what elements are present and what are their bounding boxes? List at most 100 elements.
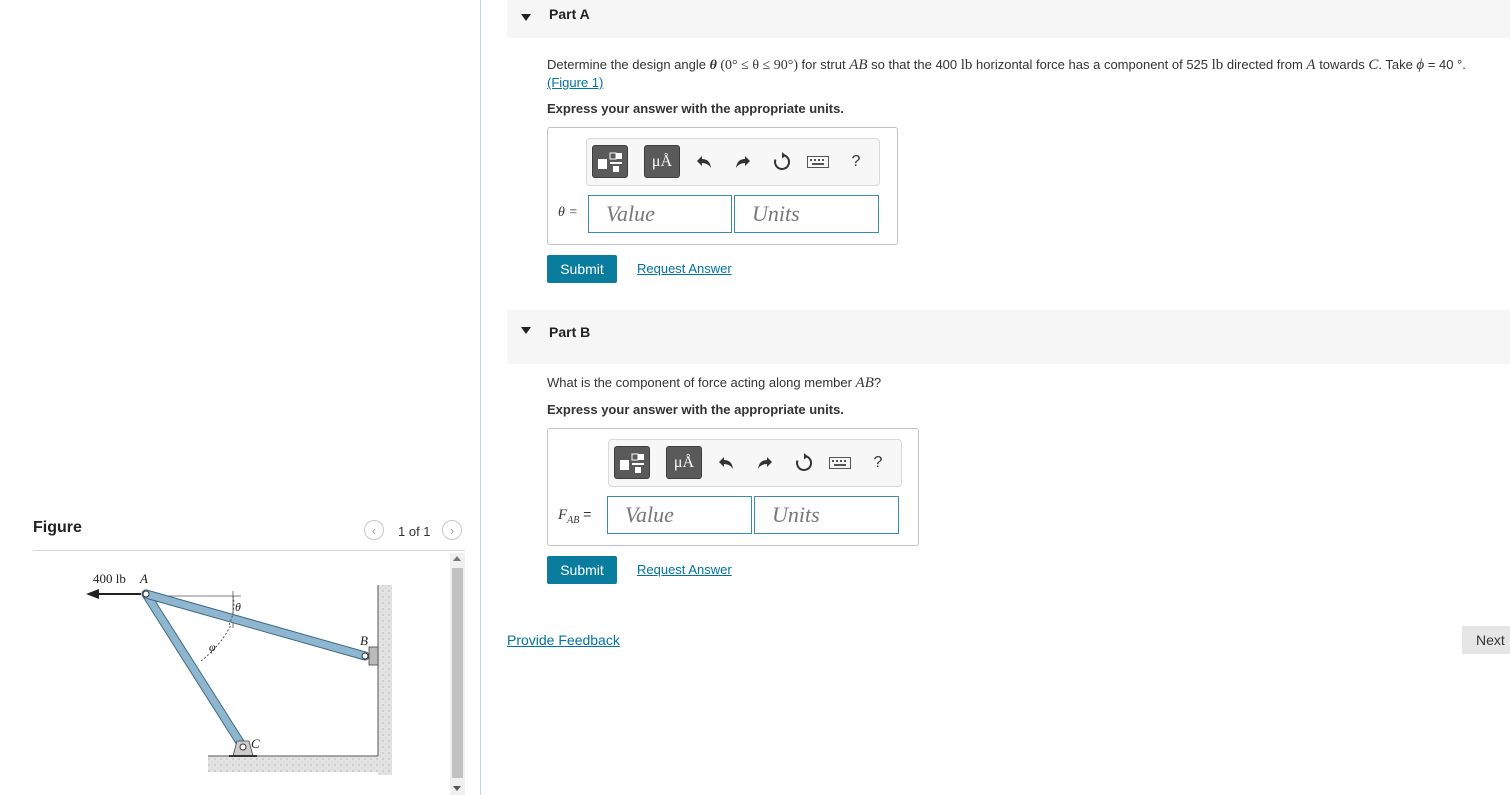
part-a-units-input[interactable]: [750, 200, 878, 228]
undo-icon: [719, 457, 733, 469]
label-b: B: [360, 633, 368, 648]
redo-button[interactable]: [753, 452, 775, 474]
reset-button[interactable]: [793, 452, 815, 474]
part-a-request-answer-link[interactable]: Request Answer: [637, 261, 732, 276]
part-b-request-answer-link[interactable]: Request Answer: [637, 562, 732, 577]
figure-title: Figure: [33, 519, 82, 536]
math-lb: lb: [960, 57, 973, 73]
part-b-submit-button[interactable]: Submit: [547, 556, 617, 584]
undo-button[interactable]: [716, 452, 738, 474]
part-a-title: Part A: [549, 6, 590, 22]
strut-diagram: 400 lb A B C θ φ: [86, 571, 392, 775]
keyboard-button[interactable]: [829, 452, 851, 474]
part-a-instructions: Express your answer with the appropriate…: [547, 101, 844, 116]
fab-eq: =: [579, 506, 592, 522]
collapse-triangle-icon: [521, 327, 531, 334]
units-symbol-icon: μÅ: [651, 152, 673, 170]
question-text: so that the 400: [867, 57, 961, 72]
label-theta: θ: [235, 600, 241, 614]
chevron-left-icon: ‹: [371, 522, 377, 538]
redo-icon: [736, 156, 750, 168]
label-a: A: [139, 571, 148, 586]
help-button[interactable]: ?: [845, 151, 867, 173]
part-a-question: Determine the design angle θ (0° ≤ θ ≤ 9…: [547, 57, 1507, 74]
question-text: towards: [1315, 57, 1369, 72]
question-text: directed from: [1223, 57, 1307, 72]
fab-sub: AB: [567, 514, 580, 526]
math-a: A: [1306, 57, 1316, 73]
ground-hatch: [208, 756, 392, 772]
keyboard-icon: [807, 156, 829, 168]
undo-button[interactable]: [694, 151, 716, 173]
templates-icon: [598, 152, 622, 172]
math-lb: lb: [1211, 57, 1224, 73]
wall-hatch: [378, 585, 392, 775]
math-ab: AB: [849, 57, 868, 73]
pin-a: [142, 590, 150, 598]
next-figure-button[interactable]: ›: [442, 520, 462, 540]
part-b-units-input[interactable]: [770, 501, 898, 529]
figure-1-link[interactable]: (Figure 1): [547, 75, 603, 90]
templates-button[interactable]: [614, 446, 650, 479]
part-a-toolbar: μÅ ?: [586, 138, 880, 186]
part-b-question: What is the component of force acting al…: [547, 375, 881, 392]
math-c: C: [1368, 57, 1379, 73]
part-a-submit-button[interactable]: Submit: [547, 255, 617, 283]
phi-arc: [200, 624, 232, 662]
help-icon: ?: [873, 454, 883, 471]
provide-feedback-link[interactable]: Provide Feedback: [507, 632, 620, 648]
pin-c: [239, 743, 247, 751]
part-b-units-field[interactable]: [754, 496, 899, 534]
question-text: for strut: [801, 57, 850, 72]
force-label: 400 lb: [93, 571, 126, 586]
question-text: = 40 °.: [1424, 57, 1466, 72]
collapse-triangle-icon: [521, 14, 531, 21]
units-symbol-icon: μÅ: [673, 453, 695, 471]
fab-label: FAB =: [558, 506, 591, 526]
question-text: . Take: [1378, 57, 1417, 72]
reset-icon: [774, 152, 791, 170]
question-text: What is the component of force acting al…: [547, 375, 856, 390]
templates-button[interactable]: [592, 145, 628, 178]
force-arrowhead: [86, 589, 99, 599]
scroll-up-arrow-icon[interactable]: [453, 556, 461, 561]
keyboard-icon: [829, 457, 851, 469]
part-a-value-input[interactable]: [604, 200, 731, 228]
part-b-header[interactable]: Part B: [507, 310, 1510, 364]
reset-button[interactable]: [771, 151, 793, 173]
undo-icon: [697, 156, 711, 168]
keyboard-button[interactable]: [807, 151, 829, 173]
pin-b: [361, 652, 369, 660]
part-b-value-field[interactable]: [607, 496, 752, 534]
chevron-right-icon: ›: [449, 522, 455, 538]
redo-icon: [758, 457, 772, 469]
label-phi: φ: [209, 640, 216, 654]
part-b-title: Part B: [549, 324, 591, 340]
math-ab: AB: [855, 375, 874, 391]
reset-icon: [796, 453, 813, 471]
part-a-units-field[interactable]: [734, 195, 879, 233]
question-text: ?: [873, 375, 882, 390]
part-b-instructions: Express your answer with the appropriate…: [547, 402, 844, 417]
figure-rule: [33, 550, 465, 551]
question-text: Determine the design angle: [547, 57, 710, 72]
math-theta: θ: [709, 58, 717, 73]
part-b-value-input[interactable]: [623, 501, 751, 529]
support-b: [368, 646, 379, 666]
figure-scrollbar-thumb[interactable]: [452, 568, 463, 778]
units-button[interactable]: μÅ: [666, 446, 702, 479]
label-c: C: [251, 736, 260, 751]
theta-label: θ =: [558, 205, 578, 220]
help-button[interactable]: ?: [867, 452, 889, 474]
templates-icon: [620, 453, 644, 473]
scroll-down-arrow-icon[interactable]: [453, 786, 461, 791]
units-button[interactable]: μÅ: [644, 145, 680, 178]
part-a-value-field[interactable]: [588, 195, 732, 233]
redo-button[interactable]: [731, 151, 753, 173]
prev-figure-button[interactable]: ‹: [364, 520, 384, 540]
part-a-header[interactable]: Part A: [507, 0, 1510, 38]
help-icon: ?: [851, 153, 861, 170]
next-button[interactable]: Next: [1462, 626, 1510, 654]
fab-main: F: [558, 507, 568, 523]
math-range: (0° ≤ θ ≤ 90°): [716, 58, 802, 73]
